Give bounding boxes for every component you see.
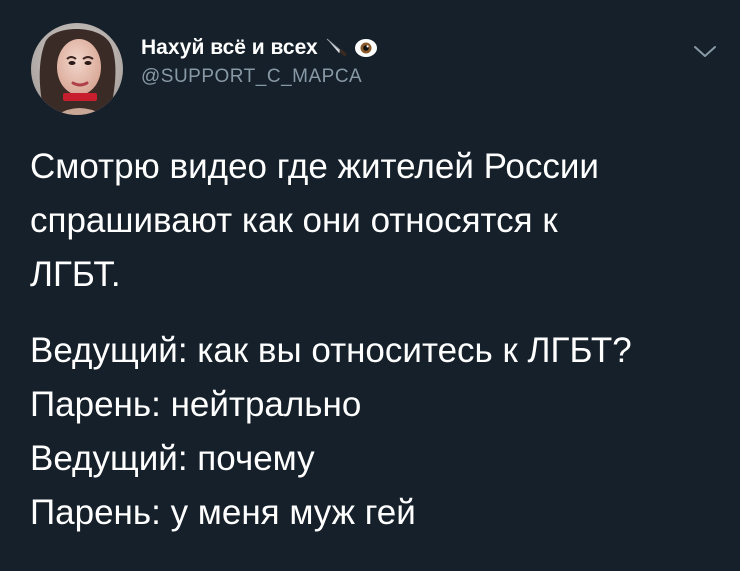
tweet-text-line: ЛГБТ. — [30, 255, 121, 294]
tweet: Нахуй всё и всех @SUPPORT_C_MAPCA Смотрю… — [0, 0, 740, 571]
chevron-down-icon[interactable] — [693, 44, 717, 60]
tweet-header: Нахуй всё и всех @SUPPORT_C_MAPCA — [141, 34, 378, 88]
tweet-text-line: спрашивают как они относятся к — [30, 201, 558, 240]
avatar[interactable] — [31, 23, 123, 115]
tweet-text: Смотрю видео где жителей России спрашива… — [30, 140, 720, 540]
user-handle[interactable]: @SUPPORT_C_MAPCA — [141, 66, 378, 88]
eye-icon — [354, 36, 378, 60]
tweet-text-line: Смотрю видео где жителей России — [30, 147, 599, 186]
tweet-text-line: Парень: нейтрально — [30, 385, 362, 424]
avatar-image — [31, 23, 123, 115]
name-row: Нахуй всё и всех — [141, 34, 378, 62]
display-name[interactable]: Нахуй всё и всех — [141, 36, 318, 60]
tweet-text-line: Парень: у меня муж гей — [30, 493, 416, 532]
tweet-text-line: Ведущий: почему — [30, 439, 315, 478]
tweet-text-line: Ведущий: как вы относитесь к ЛГБТ? — [30, 331, 632, 370]
knife-icon — [324, 36, 348, 60]
